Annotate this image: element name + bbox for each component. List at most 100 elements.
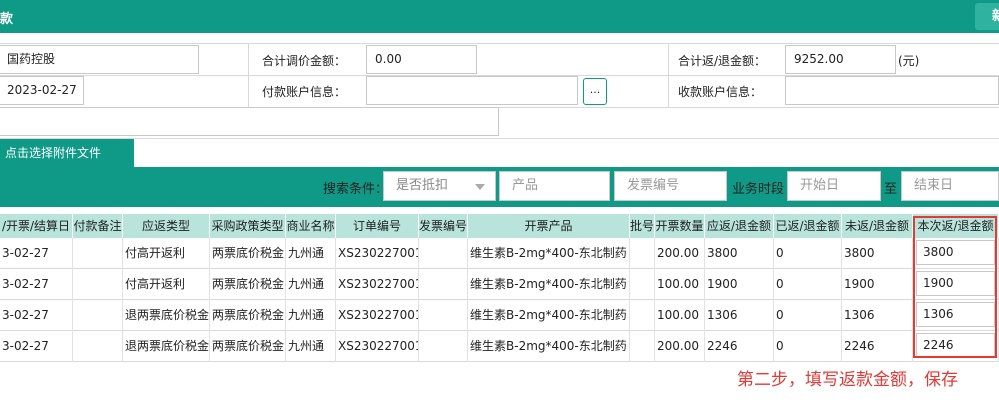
cell-order-no: XS230227001 xyxy=(336,238,419,269)
cell-unpaid-amount: 1306 xyxy=(842,300,913,331)
cell-invoice-product: 维生素B-2mg*400-东北制药 xyxy=(468,269,630,300)
cell-batch-no xyxy=(630,300,655,331)
cell-paid-amount: 0 xyxy=(774,269,842,300)
cell-pay-remark xyxy=(73,300,123,331)
cell-refund-type: 付高开返利 xyxy=(123,269,210,300)
cell-pay-remark xyxy=(73,331,123,362)
cell-unpaid-amount: 3800 xyxy=(842,238,913,269)
col-invoice-qty: 开票数量 xyxy=(655,214,705,238)
cell-policy-type: 两票底价税金 xyxy=(210,238,286,269)
col-unpaid-amount: 未返/退金额 xyxy=(842,214,913,238)
cell-policy-type: 两票底价税金 xyxy=(210,331,286,362)
cell-due-amount: 2246 xyxy=(705,331,774,362)
col-batch-no: 批号 xyxy=(630,214,655,238)
cell-batch-no xyxy=(630,238,655,269)
cell-invoice-no xyxy=(419,269,468,300)
table-row[interactable]: 3-02-27 付高开返利 两票底价税金 九州通 XS230227001 维生素… xyxy=(0,238,999,269)
product-search-input[interactable]: 产品 xyxy=(499,171,610,201)
cell-business-name: 九州通 xyxy=(286,238,336,269)
col-invoice-product: 开票产品 xyxy=(468,214,630,238)
cell-order-no: XS230227001 xyxy=(336,331,419,362)
cell-invoice-date: 3-02-27 xyxy=(0,238,73,269)
title-bar: 款 新 xyxy=(0,0,999,33)
cell-paid-amount: 0 xyxy=(774,300,842,331)
highlight-box xyxy=(913,216,997,358)
cell-order-no: XS230227001 xyxy=(336,300,419,331)
deduct-select[interactable]: 是否抵扣 xyxy=(383,171,496,201)
cell-invoice-no xyxy=(419,238,468,269)
col-due-amount: 应返/退金额 xyxy=(705,214,774,238)
cell-unpaid-amount: 1900 xyxy=(842,269,913,300)
search-bar: 搜索条件： 是否抵扣 产品 发票编号 业务时段 开始日 至 结束日 xyxy=(0,167,999,207)
chevron-down-icon xyxy=(475,184,485,190)
cell-invoice-product: 维生素B-2mg*400-东北制药 xyxy=(468,331,630,362)
pay-account-field[interactable] xyxy=(366,76,578,105)
table-header: /开票/结算日 付款备注 应返类型 采购政策类型 商业名称 订单编号 发票编号 … xyxy=(0,214,999,238)
cell-unpaid-amount: 2246 xyxy=(842,331,913,362)
col-invoice-date: /开票/结算日 xyxy=(0,214,73,238)
form-divider-top xyxy=(0,43,999,44)
page-title: 款 xyxy=(0,12,14,27)
col-invoice-no: 发票编号 xyxy=(419,214,468,238)
search-criteria-label: 搜索条件： xyxy=(323,182,389,197)
to-label: 至 xyxy=(884,182,898,197)
date-field[interactable]: 2023-02-27 xyxy=(0,76,84,105)
cell-business-name: 九州通 xyxy=(286,269,336,300)
period-label: 业务时段 xyxy=(732,182,785,197)
col-order-no: 订单编号 xyxy=(336,214,419,238)
col-business-name: 商业名称 xyxy=(286,214,336,238)
cell-refund-type: 退两票底价税金 xyxy=(123,300,210,331)
refund-unit-label: (元) xyxy=(898,54,920,68)
cell-pay-remark xyxy=(73,269,123,300)
cell-invoice-product: 维生素B-2mg*400-东北制药 xyxy=(468,300,630,331)
cell-paid-amount: 0 xyxy=(774,238,842,269)
table-row[interactable]: 3-02-27 退两票底价税金 两票底价税金 九州通 XS230227001 维… xyxy=(0,331,999,362)
cell-invoice-qty: 200.00 xyxy=(655,331,705,362)
invoice-search-input[interactable]: 发票编号 xyxy=(614,171,727,201)
remark-field[interactable] xyxy=(0,107,499,136)
refund-total-field[interactable]: 9252.00 xyxy=(785,45,896,74)
col-paid-amount: 已返/退金额 xyxy=(774,214,842,238)
cell-policy-type: 两票底价税金 xyxy=(210,300,286,331)
cell-batch-no xyxy=(630,269,655,300)
cell-due-amount: 1900 xyxy=(705,269,774,300)
cell-invoice-qty: 200.00 xyxy=(655,238,705,269)
end-date-input[interactable]: 结束日 xyxy=(901,171,999,201)
cell-paid-amount: 0 xyxy=(774,331,842,362)
deduct-select-value: 是否抵扣 xyxy=(396,178,449,193)
col-pay-remark: 付款备注 xyxy=(73,214,123,238)
select-attachment-button[interactable]: 点击选择附件文件 xyxy=(0,139,134,167)
cell-refund-type: 付高开返利 xyxy=(123,238,210,269)
cell-invoice-qty: 100.00 xyxy=(655,300,705,331)
new-button[interactable]: 新 xyxy=(975,3,999,30)
cell-invoice-qty: 100.00 xyxy=(655,269,705,300)
pay-account-select-button[interactable]: ... xyxy=(583,78,607,105)
table-row[interactable]: 3-02-27 退两票底价税金 两票底价税金 九州通 XS230227001 维… xyxy=(0,300,999,331)
form-divider-3 xyxy=(0,138,999,139)
adjust-total-label: 合计调价金额： xyxy=(262,54,347,68)
cell-policy-type: 两票底价税金 xyxy=(210,269,286,300)
refund-total-label: 合计返/退金额： xyxy=(678,54,767,68)
step-annotation: 第二步，填写返款金额，保存 xyxy=(737,370,958,390)
cell-invoice-product: 维生素B-2mg*400-东北制药 xyxy=(468,238,630,269)
recv-account-field[interactable] xyxy=(785,76,999,105)
start-date-input[interactable]: 开始日 xyxy=(787,171,881,201)
cell-invoice-date: 3-02-27 xyxy=(0,269,73,300)
pay-account-label: 付款账户信息： xyxy=(262,85,347,99)
cell-due-amount: 1306 xyxy=(705,300,774,331)
form-col-divider-1 xyxy=(248,43,249,107)
cell-invoice-no xyxy=(419,331,468,362)
adjust-total-field[interactable]: 0.00 xyxy=(366,45,477,74)
cell-pay-remark xyxy=(73,238,123,269)
col-policy-type: 采购政策类型 xyxy=(210,214,286,238)
company-field[interactable]: 国药控股 xyxy=(0,45,199,74)
cell-business-name: 九州通 xyxy=(286,331,336,362)
cell-business-name: 九州通 xyxy=(286,300,336,331)
cell-invoice-date: 3-02-27 xyxy=(0,331,73,362)
recv-account-label: 收款账户信息： xyxy=(678,85,763,99)
cell-invoice-date: 3-02-27 xyxy=(0,300,73,331)
table-row[interactable]: 3-02-27 付高开返利 两票底价税金 九州通 XS230227001 维生素… xyxy=(0,269,999,300)
cell-refund-type: 退两票底价税金 xyxy=(123,331,210,362)
col-refund-type: 应返类型 xyxy=(123,214,210,238)
cell-order-no: XS230227001 xyxy=(336,269,419,300)
